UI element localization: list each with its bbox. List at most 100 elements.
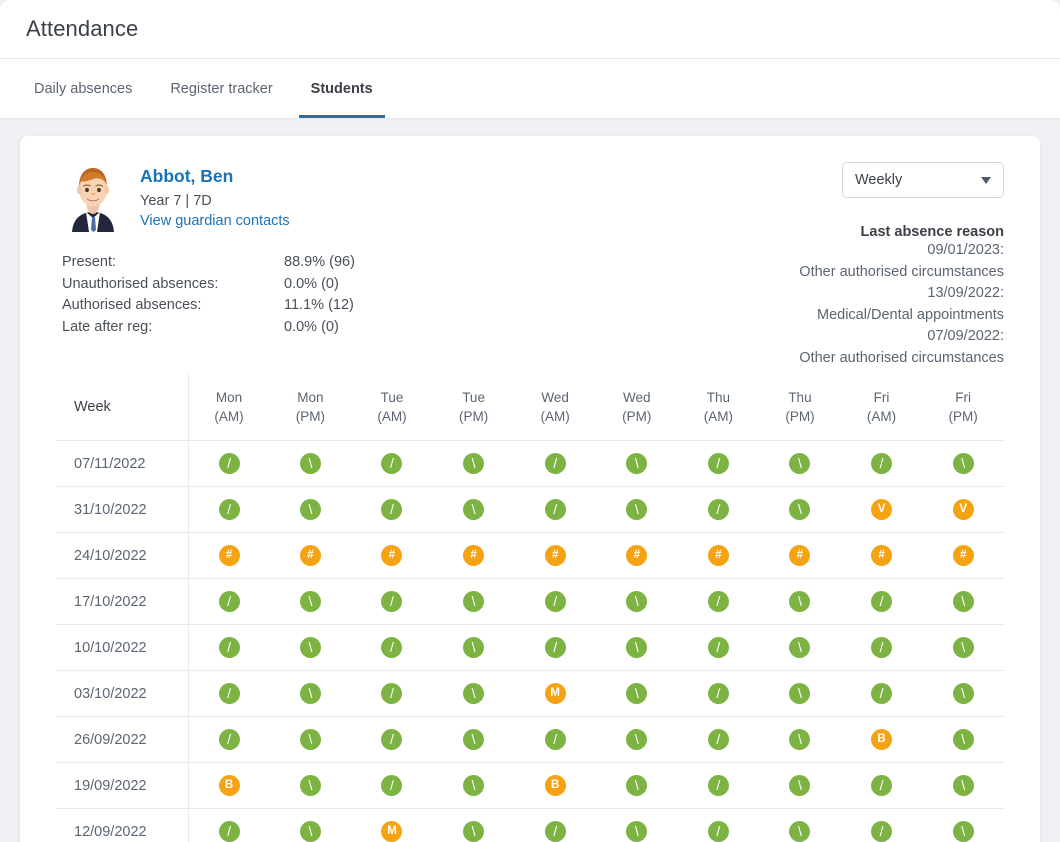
tab-daily-absences[interactable]: Daily absences bbox=[22, 59, 144, 118]
attendance-mark-cell[interactable]: / bbox=[514, 808, 596, 842]
attendance-mark-cell[interactable]: B bbox=[840, 716, 923, 763]
attendance-mark-cell[interactable]: \ bbox=[269, 486, 352, 533]
period-select[interactable]: Weekly bbox=[842, 162, 1004, 198]
attendance-mark-cell[interactable]: / bbox=[514, 440, 596, 487]
attendance-mark-cell[interactable]: \ bbox=[595, 578, 678, 625]
attendance-mark-cell[interactable]: / bbox=[840, 762, 923, 809]
attendance-mark-cell[interactable]: # bbox=[514, 532, 596, 579]
attendance-mark-cell[interactable]: \ bbox=[759, 670, 841, 717]
student-name-link[interactable]: Abbot, Ben bbox=[140, 165, 290, 188]
attendance-mark-cell[interactable]: \ bbox=[922, 716, 1004, 763]
attendance-mark-cell[interactable]: / bbox=[188, 670, 270, 717]
attendance-mark-cell[interactable]: \ bbox=[595, 716, 678, 763]
attendance-mark-cell[interactable]: \ bbox=[432, 578, 515, 625]
attendance-mark-cell[interactable]: \ bbox=[759, 440, 841, 487]
attendance-mark-cell[interactable]: \ bbox=[922, 808, 1004, 842]
attendance-mark-cell[interactable]: \ bbox=[269, 440, 352, 487]
attendance-mark-cell[interactable]: \ bbox=[922, 624, 1004, 671]
attendance-mark-cell[interactable]: \ bbox=[269, 624, 352, 671]
avatar-photo-icon bbox=[62, 162, 124, 232]
attendance-mark-cell[interactable]: / bbox=[351, 440, 433, 487]
attendance-mark-cell[interactable]: / bbox=[677, 808, 760, 842]
attendance-mark-cell[interactable]: / bbox=[188, 486, 270, 533]
attendance-mark-cell[interactable]: / bbox=[351, 578, 433, 625]
attendance-mark-cell[interactable]: \ bbox=[759, 762, 841, 809]
attendance-mark-cell[interactable]: / bbox=[840, 624, 923, 671]
attendance-mark-cell[interactable]: / bbox=[188, 624, 270, 671]
attendance-mark-cell[interactable]: B bbox=[188, 762, 270, 809]
attendance-mark-cell[interactable]: # bbox=[269, 532, 352, 579]
attendance-mark-cell[interactable]: M bbox=[351, 808, 433, 842]
attendance-mark-cell[interactable]: / bbox=[677, 624, 760, 671]
attendance-mark-cell[interactable]: \ bbox=[269, 716, 352, 763]
attendance-mark-cell[interactable]: \ bbox=[269, 762, 352, 809]
tab-register-tracker[interactable]: Register tracker bbox=[158, 59, 284, 118]
attendance-mark-cell[interactable]: V bbox=[840, 486, 923, 533]
attendance-mark-cell[interactable]: \ bbox=[922, 762, 1004, 809]
attendance-mark-cell[interactable]: \ bbox=[922, 440, 1004, 487]
attendance-mark-cell[interactable]: \ bbox=[432, 624, 515, 671]
attendance-mark-cell[interactable]: / bbox=[677, 486, 760, 533]
attendance-mark-cell[interactable]: \ bbox=[759, 624, 841, 671]
column-header-session: (AM) bbox=[377, 409, 407, 424]
attendance-mark-cell[interactable]: \ bbox=[759, 578, 841, 625]
attendance-mark-cell[interactable]: / bbox=[514, 578, 596, 625]
attendance-mark-cell[interactable]: / bbox=[840, 670, 923, 717]
attendance-mark-cell[interactable]: \ bbox=[595, 440, 678, 487]
attendance-mark-cell[interactable]: \ bbox=[595, 624, 678, 671]
attendance-mark-cell[interactable]: \ bbox=[595, 808, 678, 842]
attendance-mark-cell[interactable]: \ bbox=[432, 440, 515, 487]
attendance-mark-cell[interactable]: / bbox=[351, 670, 433, 717]
attendance-mark-cell[interactable]: / bbox=[351, 762, 433, 809]
attendance-mark-cell[interactable]: # bbox=[677, 532, 760, 579]
attendance-mark-cell[interactable]: \ bbox=[432, 670, 515, 717]
attendance-mark-cell[interactable]: M bbox=[514, 670, 596, 717]
attendance-mark-cell[interactable]: / bbox=[514, 486, 596, 533]
last-absence-reason-title: Last absence reason bbox=[860, 224, 1004, 240]
attendance-mark-cell[interactable]: \ bbox=[922, 670, 1004, 717]
attendance-mark-cell[interactable]: \ bbox=[595, 670, 678, 717]
attendance-mark-cell[interactable]: V bbox=[922, 486, 1004, 533]
attendance-mark-cell[interactable]: # bbox=[432, 532, 515, 579]
attendance-mark-cell[interactable]: / bbox=[840, 440, 923, 487]
attendance-mark-cell[interactable]: / bbox=[188, 716, 270, 763]
attendance-mark-cell[interactable]: \ bbox=[269, 670, 352, 717]
attendance-mark-cell[interactable]: \ bbox=[595, 762, 678, 809]
attendance-mark-cell[interactable]: / bbox=[188, 808, 270, 842]
attendance-mark-cell[interactable]: \ bbox=[759, 716, 841, 763]
attendance-mark-badge: # bbox=[707, 545, 729, 566]
attendance-mark-cell[interactable]: # bbox=[759, 532, 841, 579]
attendance-mark-cell[interactable]: \ bbox=[432, 808, 515, 842]
attendance-mark-cell[interactable]: / bbox=[351, 624, 433, 671]
attendance-mark-cell[interactable]: B bbox=[514, 762, 596, 809]
attendance-mark-cell[interactable]: # bbox=[351, 532, 433, 579]
attendance-mark-cell[interactable]: \ bbox=[595, 486, 678, 533]
attendance-mark-cell[interactable]: # bbox=[922, 532, 1004, 579]
attendance-mark-cell[interactable]: / bbox=[677, 440, 760, 487]
attendance-mark-cell[interactable]: / bbox=[351, 486, 433, 533]
attendance-mark-cell[interactable]: \ bbox=[432, 486, 515, 533]
attendance-mark-cell[interactable]: / bbox=[840, 578, 923, 625]
attendance-mark-cell[interactable]: / bbox=[351, 716, 433, 763]
attendance-mark-cell[interactable]: # bbox=[840, 532, 923, 579]
attendance-mark-cell[interactable]: # bbox=[188, 532, 270, 579]
attendance-mark-cell[interactable]: \ bbox=[432, 762, 515, 809]
attendance-mark-cell[interactable]: / bbox=[677, 670, 760, 717]
attendance-mark-cell[interactable]: \ bbox=[432, 716, 515, 763]
attendance-mark-cell[interactable]: / bbox=[514, 716, 596, 763]
attendance-mark-cell[interactable]: / bbox=[677, 762, 760, 809]
view-guardian-contacts-link[interactable]: View guardian contacts bbox=[140, 213, 290, 229]
attendance-mark-cell[interactable]: / bbox=[840, 808, 923, 842]
attendance-mark-cell[interactable]: / bbox=[188, 440, 270, 487]
attendance-mark-cell[interactable]: \ bbox=[922, 578, 1004, 625]
attendance-mark-cell[interactable]: \ bbox=[759, 486, 841, 533]
attendance-mark-cell[interactable]: # bbox=[595, 532, 678, 579]
attendance-mark-cell[interactable]: \ bbox=[269, 808, 352, 842]
attendance-mark-cell[interactable]: / bbox=[677, 716, 760, 763]
attendance-mark-cell[interactable]: / bbox=[514, 624, 596, 671]
attendance-mark-cell[interactable]: \ bbox=[269, 578, 352, 625]
attendance-mark-cell[interactable]: / bbox=[188, 578, 270, 625]
attendance-mark-cell[interactable]: \ bbox=[759, 808, 841, 842]
attendance-mark-cell[interactable]: / bbox=[677, 578, 760, 625]
tab-students[interactable]: Students bbox=[298, 59, 385, 118]
